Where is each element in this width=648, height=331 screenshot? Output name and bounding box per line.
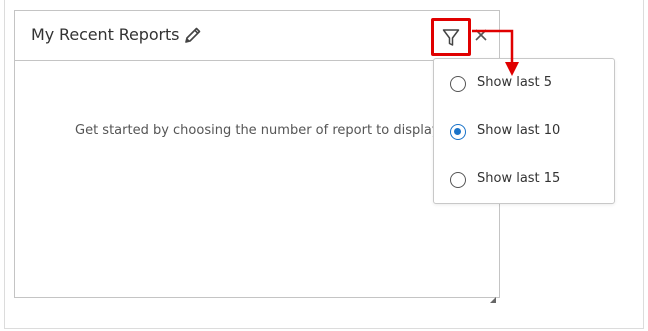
filter-dropdown-menu: Show last 5 Show last 10 Show last 15 <box>433 58 615 204</box>
option-show-last-5[interactable]: Show last 5 <box>434 64 614 104</box>
option-label: Show last 10 <box>477 123 561 138</box>
radio-checked-icon[interactable] <box>450 124 466 140</box>
radio-unchecked-icon[interactable] <box>450 76 466 92</box>
frame-left-border <box>4 0 5 329</box>
filter-funnel-icon <box>442 29 460 46</box>
radio-unchecked-icon[interactable] <box>450 172 466 188</box>
empty-state-message: Get started by choosing the number of re… <box>75 123 440 138</box>
pencil-icon[interactable] <box>183 25 203 45</box>
widget-body: Get started by choosing the number of re… <box>15 61 499 303</box>
option-show-last-10[interactable]: Show last 10 <box>434 112 614 152</box>
frame-right-border <box>643 0 644 329</box>
frame-bottom-border <box>4 328 644 329</box>
option-label: Show last 5 <box>477 75 553 90</box>
filter-button[interactable] <box>431 18 471 56</box>
option-label: Show last 15 <box>477 171 561 186</box>
close-x-icon[interactable] <box>473 27 489 43</box>
widget-title: My Recent Reports <box>31 25 180 44</box>
widget-header: My Recent Reports <box>15 11 499 61</box>
recent-reports-widget: My Recent Reports Get started by choosin… <box>14 10 500 303</box>
option-show-last-15[interactable]: Show last 15 <box>434 160 614 200</box>
resize-grip-icon[interactable] <box>490 288 496 303</box>
